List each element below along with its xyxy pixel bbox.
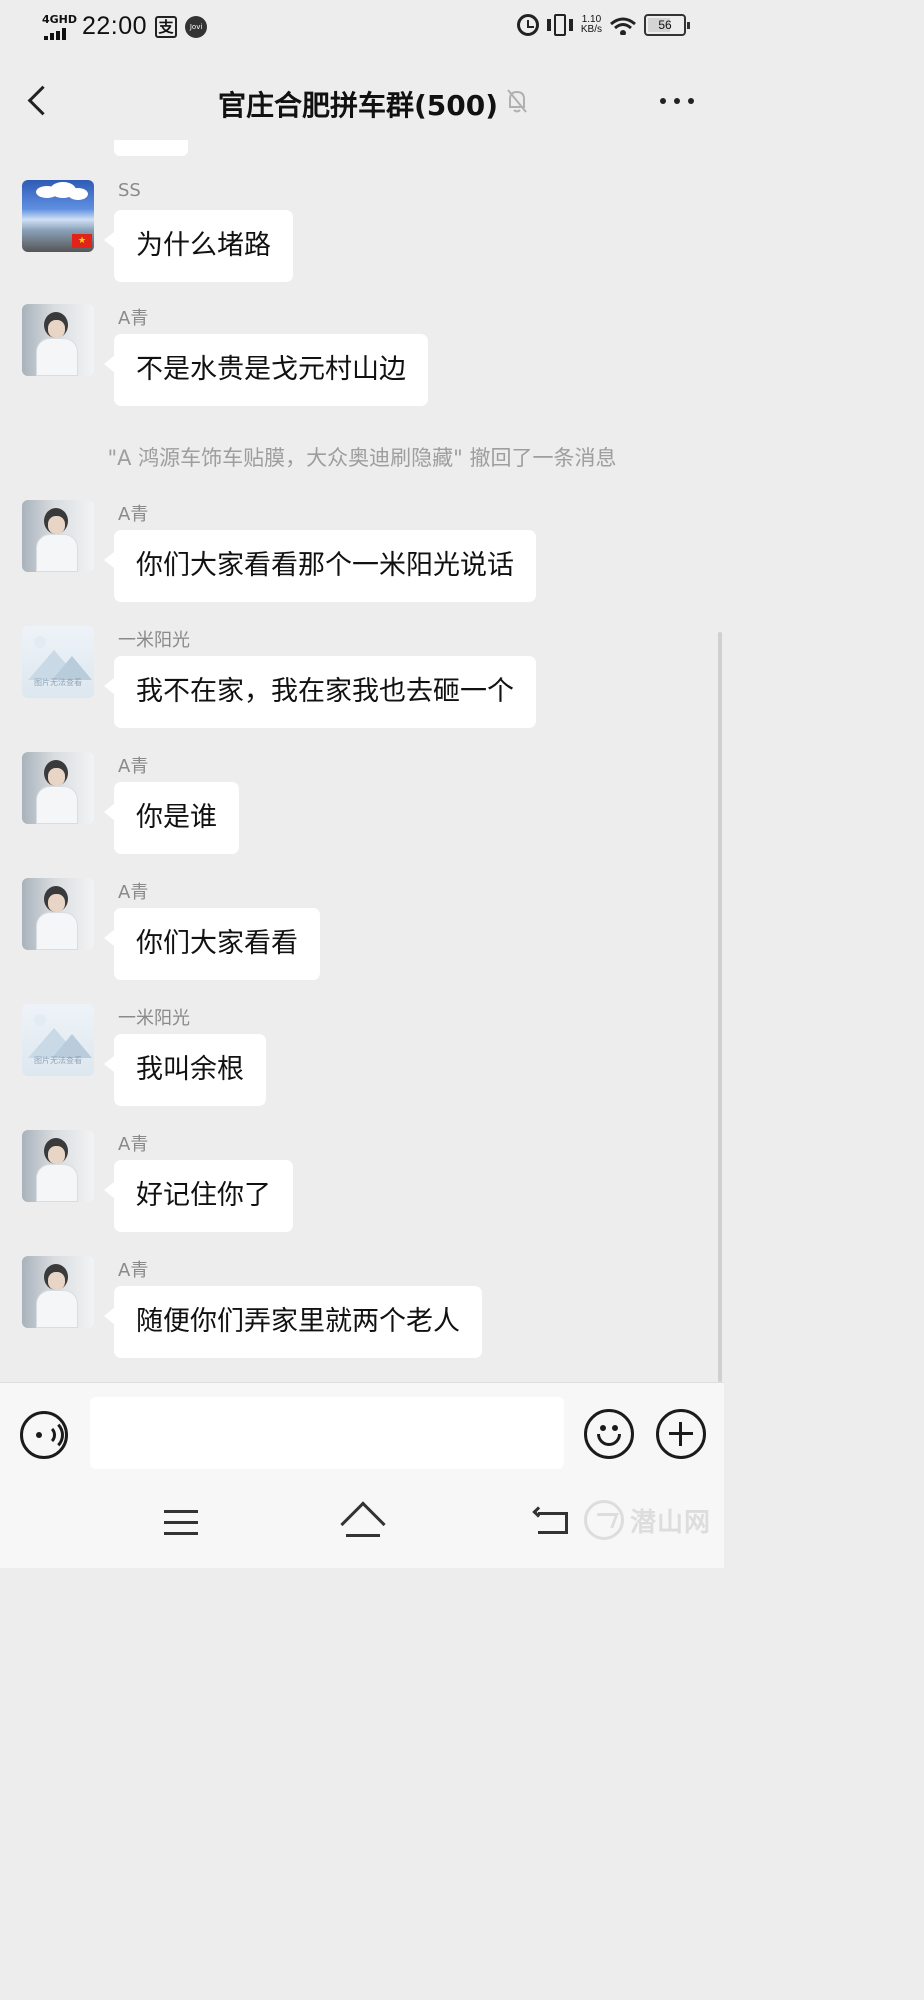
battery-icon: 56 bbox=[644, 14, 690, 36]
avatar[interactable] bbox=[22, 500, 94, 572]
alipay-icon: 支 bbox=[155, 15, 178, 38]
menu-icon[interactable] bbox=[164, 1510, 198, 1536]
emoji-icon[interactable] bbox=[584, 1409, 634, 1459]
voice-icon[interactable] bbox=[20, 1411, 68, 1459]
message-bubble[interactable]: 你们大家看看那个一米阳光说话 bbox=[104, 530, 536, 602]
sender-name: A青 bbox=[118, 1134, 149, 1155]
alarm-icon bbox=[516, 14, 539, 36]
sender-name: A青 bbox=[118, 308, 149, 329]
message-row: ★ SS 为什么堵路 bbox=[0, 180, 724, 282]
recall-notice: "A 鸿源车饰车贴膜，大众奥迪刷隐藏" 撤回了一条消息 bbox=[107, 446, 617, 470]
battery-level: 56 bbox=[658, 18, 672, 32]
jovi-icon: Jovi bbox=[185, 15, 208, 38]
avatar[interactable] bbox=[22, 1256, 94, 1328]
watermark: 潜山网 bbox=[584, 1500, 711, 1540]
sender-name: A青 bbox=[118, 756, 149, 777]
more-dots-icon[interactable] bbox=[660, 98, 694, 104]
avatar[interactable]: ★ bbox=[22, 180, 94, 252]
sender-name: A青 bbox=[118, 1260, 149, 1281]
avatar[interactable] bbox=[22, 304, 94, 376]
status-bar: 4GHD 22:00 支 Jovi 1.10 KB/s 56 bbox=[0, 0, 724, 56]
message-bubble[interactable]: 你们大家看看 bbox=[104, 908, 320, 980]
sender-name: 一米阳光 bbox=[118, 1008, 190, 1029]
sender-name: A青 bbox=[118, 504, 149, 525]
avatar[interactable] bbox=[22, 878, 94, 950]
message-row: 图片无法查看 一米阳光 我叫余根 bbox=[0, 1004, 724, 1106]
message-bubble[interactable]: 我叫余根 bbox=[104, 1034, 266, 1106]
watermark-logo-icon bbox=[584, 1500, 624, 1540]
message-bubble[interactable]: 随便你们弄家里就两个老人 bbox=[104, 1286, 482, 1358]
avatar[interactable]: 图片无法查看 bbox=[22, 626, 94, 698]
sender-name: A青 bbox=[118, 882, 149, 903]
page-title: 官庄合肥拼车群(500) bbox=[217, 89, 499, 122]
message-bubble[interactable]: 好记住你了 bbox=[104, 1160, 293, 1232]
message-bubble[interactable]: 你是谁 bbox=[104, 782, 239, 854]
vibrate-icon bbox=[546, 14, 573, 36]
nav-back-icon[interactable] bbox=[532, 1506, 570, 1538]
input-bar bbox=[0, 1382, 724, 1480]
home-icon[interactable] bbox=[340, 1501, 386, 1547]
clock-time: 22:00 bbox=[82, 12, 148, 40]
message-row: 图片无法查看 一米阳光 我不在家，我在家我也去砸一个 bbox=[0, 626, 724, 728]
message-row: A青 随便你们弄家里就两个老人 bbox=[0, 1256, 724, 1358]
plus-icon[interactable] bbox=[656, 1409, 706, 1459]
message-bubble[interactable]: 为什么堵路 bbox=[104, 210, 293, 282]
scrollbar[interactable] bbox=[718, 632, 722, 1382]
bell-off-icon bbox=[507, 89, 527, 113]
message-bubble[interactable]: 不是水贵是戈元村山边 bbox=[104, 334, 428, 406]
sender-name: 一米阳光 bbox=[118, 630, 190, 651]
message-row: A青 你们大家看看那个一米阳光说话 bbox=[0, 500, 724, 602]
system-nav-bar: 潜山网 bbox=[0, 1480, 724, 1568]
sender-name: SS bbox=[118, 180, 141, 201]
watermark-text: 潜山网 bbox=[630, 1507, 712, 1538]
message-row: A青 好记住你了 bbox=[0, 1130, 724, 1232]
chat-header: 官庄合肥拼车群(500) bbox=[0, 64, 724, 140]
network-speed: 1.10 KB/s bbox=[580, 14, 602, 35]
message-input[interactable] bbox=[90, 1397, 564, 1469]
avatar[interactable] bbox=[22, 1130, 94, 1202]
cellular-signal-icon: 4GHD bbox=[40, 14, 77, 40]
wifi-icon bbox=[610, 15, 636, 35]
message-row: A青 你是谁 bbox=[0, 752, 724, 854]
message-row: A青 你们大家看看 bbox=[0, 878, 724, 980]
message-bubble[interactable]: 我不在家，我在家我也去砸一个 bbox=[104, 656, 536, 728]
message-list[interactable]: ★ SS 为什么堵路 A青 不是水贵是戈元村山边 "A 鸿源车饰车贴膜，大众奥迪… bbox=[0, 140, 724, 1382]
avatar[interactable] bbox=[22, 752, 94, 824]
message-row: A青 不是水贵是戈元村山边 bbox=[0, 304, 724, 406]
avatar[interactable]: 图片无法查看 bbox=[22, 1004, 94, 1076]
flag-icon: ★ bbox=[72, 234, 92, 248]
partial-message-bubble bbox=[114, 140, 188, 156]
